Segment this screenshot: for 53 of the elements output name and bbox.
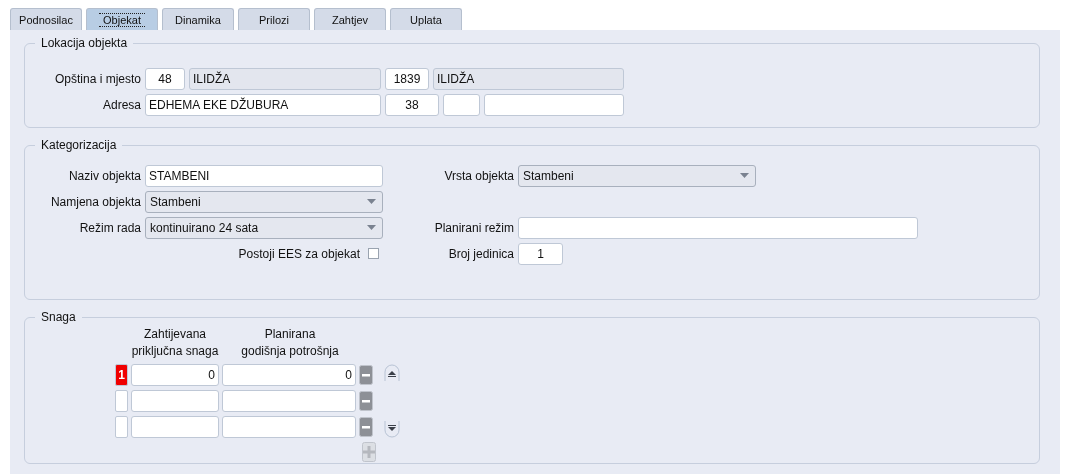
field-label: Naziv objekta [67, 168, 141, 183]
planned-consumption-field[interactable]: 0 [222, 364, 356, 386]
planned-consumption-field[interactable] [222, 416, 356, 438]
tab[interactable]: Dinamika [162, 8, 234, 30]
group-title: Snaga [40, 310, 77, 324]
planned-mode-field[interactable] [518, 216, 918, 239]
remove-row-button[interactable] [359, 365, 373, 385]
requested-power-field[interactable]: 0 [131, 364, 219, 386]
row-indicator[interactable] [115, 416, 128, 438]
tab[interactable]: Uplata [390, 8, 462, 30]
house-suffix-field[interactable] [443, 93, 480, 116]
field-label: Namjena objekta [49, 194, 141, 209]
group-title: Lokacija objekta [40, 36, 129, 50]
remove-row-button[interactable] [359, 417, 373, 437]
requested-power-field[interactable] [131, 416, 219, 438]
place-code-field[interactable]: 1839 [385, 67, 429, 90]
scroll-up-button[interactable] [384, 364, 400, 382]
row-indicator[interactable]: 1 [115, 364, 128, 386]
purpose-select[interactable]: Stambeni [145, 190, 383, 213]
dropdown-caret-icon[interactable] [367, 225, 376, 230]
tab[interactable]: Prilozi [238, 8, 310, 30]
tab[interactable]: Objekat [86, 8, 158, 30]
column-header: Planirana godišnja potrošnja [240, 326, 340, 360]
street-field[interactable]: EDHEMA EKE DŽUBURA [145, 93, 381, 116]
place-name-field: ILIDŽA [433, 67, 624, 90]
municipality-code-field[interactable]: 48 [145, 67, 185, 90]
municipality-name-field: ILIDŽA [189, 67, 381, 90]
scroll-down-button[interactable] [384, 420, 400, 438]
tab[interactable]: Zahtjev [314, 8, 386, 30]
field-label: Opština i mjesto [53, 71, 141, 86]
object-name-field[interactable]: STAMBENI [145, 164, 383, 187]
field-label: Režim rada [78, 220, 141, 235]
dropdown-caret-icon[interactable] [367, 199, 376, 204]
house-number-field[interactable]: 38 [385, 93, 439, 116]
ees-checkbox[interactable] [368, 248, 379, 259]
object-type-select[interactable]: Stambeni [518, 164, 756, 187]
remove-row-button[interactable] [359, 391, 373, 411]
tab[interactable]: Podnosilac [10, 8, 82, 30]
add-row-button[interactable] [362, 442, 376, 462]
field-label: Adresa [101, 97, 141, 112]
checkbox-label: Postoji EES za objekat [237, 246, 360, 261]
requested-power-field[interactable] [131, 390, 219, 412]
group-title: Kategorizacija [40, 138, 118, 152]
field-label: Planirani režim [433, 220, 514, 235]
row-indicator[interactable] [115, 390, 128, 412]
units-field[interactable]: 1 [518, 242, 563, 265]
planned-consumption-field[interactable] [222, 390, 356, 412]
field-label: Broj jedinica [447, 246, 514, 261]
field-label: Vrsta objekta [443, 168, 514, 183]
address-extra-field[interactable] [484, 93, 624, 116]
dropdown-caret-icon[interactable] [740, 173, 749, 178]
column-header: Zahtijevana priključna snaga [131, 326, 219, 360]
operating-mode-select[interactable]: kontinuirano 24 sata [145, 216, 383, 239]
